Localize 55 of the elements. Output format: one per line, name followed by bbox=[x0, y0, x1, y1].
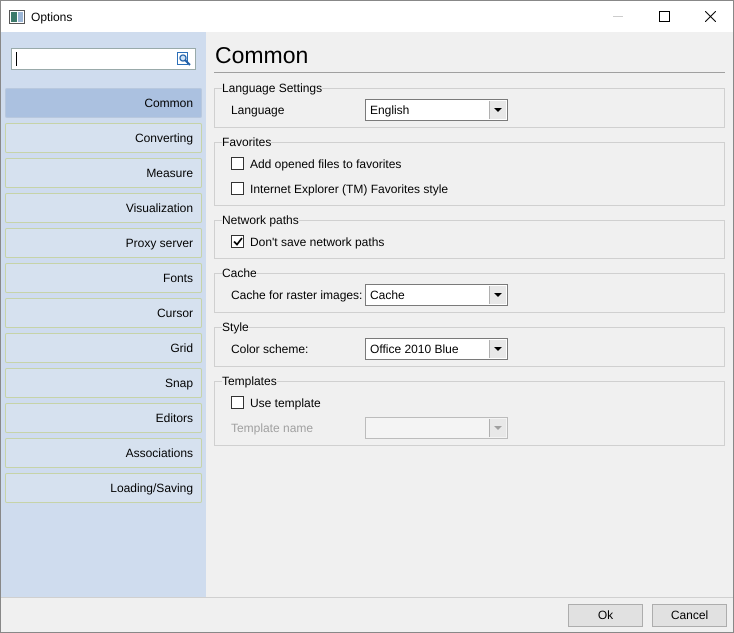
dropdown-button[interactable] bbox=[489, 101, 506, 119]
field-label: Cache for raster images: bbox=[231, 287, 364, 304]
sidebar-item[interactable]: Grid bbox=[5, 333, 202, 363]
sidebar-item[interactable]: Converting bbox=[5, 123, 202, 153]
dropdown-button[interactable] bbox=[489, 286, 506, 304]
maximize-icon bbox=[658, 11, 670, 22]
search-icon bbox=[177, 52, 191, 66]
group-title: Network paths bbox=[222, 212, 299, 229]
app-icon bbox=[9, 10, 25, 24]
field-label: Language bbox=[231, 102, 286, 119]
checkbox[interactable] bbox=[231, 182, 244, 195]
close-icon bbox=[704, 11, 716, 22]
sidebar-item[interactable]: Fonts bbox=[5, 263, 202, 293]
group-title: Favorites bbox=[222, 134, 272, 151]
caret-icon bbox=[494, 108, 502, 112]
window-title: Options bbox=[31, 8, 72, 26]
sidebar-item[interactable]: Visualization bbox=[5, 193, 202, 223]
field-label: Color scheme: bbox=[231, 341, 310, 358]
sidebar-item[interactable]: Measure bbox=[5, 158, 202, 188]
dropdown-value: English bbox=[370, 102, 410, 119]
group-title: Cache bbox=[222, 265, 257, 282]
sidebar-item[interactable]: Loading/Saving bbox=[5, 473, 202, 503]
sidebar-item[interactable]: Common bbox=[5, 88, 202, 118]
sidebar-item[interactable]: Editors bbox=[5, 403, 202, 433]
search-field[interactable] bbox=[11, 48, 196, 70]
dropdown-value: Office 2010 Blue bbox=[370, 341, 459, 358]
field-label: Template name bbox=[231, 420, 314, 437]
checkbox-label: Add opened files to favorites bbox=[250, 156, 402, 172]
checkbox[interactable] bbox=[231, 157, 244, 170]
sidebar-item[interactable]: Snap bbox=[5, 368, 202, 398]
minimize-icon bbox=[613, 16, 623, 17]
dropdown-value: Cache bbox=[370, 287, 405, 304]
sidebar-item[interactable]: Cursor bbox=[5, 298, 202, 328]
dropdown-field[interactable]: Cache bbox=[365, 284, 508, 306]
sidebar-item[interactable]: Associations bbox=[5, 438, 202, 468]
dropdown-field[interactable]: Office 2010 Blue bbox=[365, 338, 508, 360]
dialog-button[interactable]: Cancel bbox=[652, 604, 727, 626]
checkbox[interactable] bbox=[231, 396, 244, 409]
caret-icon bbox=[494, 426, 502, 430]
dropdown-button[interactable] bbox=[489, 340, 506, 358]
checkbox-label: Don't save network paths bbox=[250, 234, 384, 250]
group-title: Language Settings bbox=[222, 80, 322, 97]
dropdown-field[interactable]: English bbox=[365, 99, 508, 121]
caret-icon bbox=[494, 293, 502, 297]
caret-icon bbox=[494, 347, 502, 351]
group-title: Style bbox=[222, 319, 249, 336]
checkbox[interactable] bbox=[231, 235, 244, 248]
checkbox-label: Use template bbox=[250, 394, 321, 412]
sidebar-item[interactable]: Proxy server bbox=[5, 228, 202, 258]
dropdown-field[interactable] bbox=[365, 417, 508, 439]
checkbox-label: Internet Explorer (TM) Favorites style bbox=[250, 180, 448, 198]
group-title: Templates bbox=[222, 373, 277, 390]
check-icon bbox=[232, 237, 242, 246]
page-title: Common bbox=[215, 41, 310, 70]
dialog-button[interactable]: Ok bbox=[568, 604, 643, 626]
